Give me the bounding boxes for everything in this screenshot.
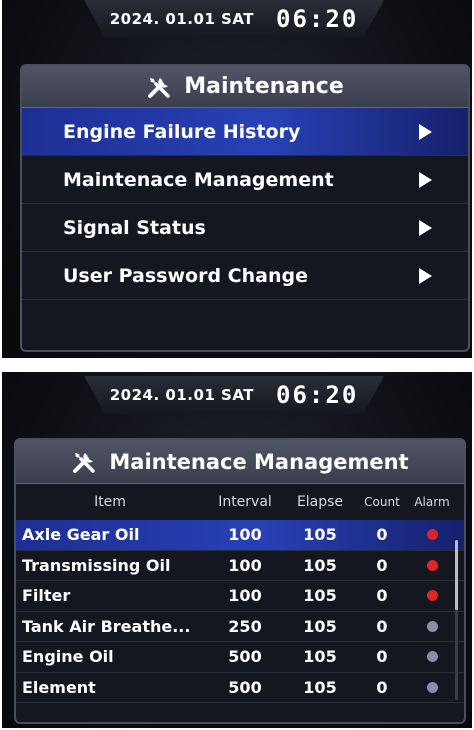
- alarm-dot-icon: [426, 590, 438, 602]
- maintenance-management-screen: 2024. 01.01 SAT 06:20 Maintenace Managem…: [2, 372, 472, 728]
- cell-interval: 500: [228, 647, 262, 667]
- panel-title: Maintenace Management: [109, 449, 409, 474]
- wrench-screwdriver-icon: [73, 452, 96, 473]
- alarm-dot-icon: [426, 559, 438, 571]
- cell-interval: 100: [228, 586, 262, 606]
- cell-alarm: [410, 559, 454, 571]
- column-header-count: Count: [364, 495, 400, 509]
- status-bar: 2024. 01.01 SAT 06:20: [84, 0, 384, 38]
- menu-item-label: Engine Failure History: [63, 120, 301, 143]
- column-header-alarm: Alarm: [414, 495, 450, 509]
- alarm-dot-icon: [426, 651, 438, 663]
- maintenance-menu-panel: Maintenance Engine Failure History Maint…: [20, 64, 470, 352]
- panel-title: Maintenance: [184, 74, 344, 99]
- column-header-elapse: Elapse: [296, 494, 344, 510]
- cell-elapse: 105: [303, 677, 337, 697]
- scrollbar-thumb[interactable]: [455, 540, 458, 610]
- wrench-screwdriver-icon: [148, 77, 170, 98]
- cell-elapse: 105: [303, 555, 337, 575]
- cell-elapse: 105: [303, 647, 337, 667]
- cell-alarm: [410, 590, 454, 602]
- time-display: 06:20: [276, 381, 359, 409]
- panel-header: Maintenance: [22, 66, 468, 108]
- date-display: 2024. 01.01 SAT: [109, 10, 255, 28]
- cell-item: Transmissing Oil: [22, 555, 171, 575]
- cell-alarm: [410, 620, 454, 632]
- cell-interval: 500: [228, 677, 262, 697]
- cell-elapse: 105: [303, 616, 337, 636]
- alarm-dot-icon: [426, 529, 438, 541]
- menu-item-engine-failure-history[interactable]: Engine Failure History: [22, 108, 468, 156]
- cell-count: 0: [376, 555, 388, 575]
- cell-item: Engine Oil: [22, 647, 114, 667]
- table-row[interactable]: Tank Air Breathe... 250 105 0: [16, 612, 464, 642]
- cell-interval: 250: [228, 616, 262, 636]
- cell-item: Filter: [22, 586, 71, 606]
- cell-item: Element: [22, 677, 96, 697]
- time-display: 06:20: [276, 5, 359, 33]
- cell-elapse: 105: [303, 525, 337, 545]
- cell-item: Tank Air Breathe...: [22, 616, 191, 636]
- menu-item-user-password-change[interactable]: User Password Change: [22, 252, 468, 300]
- menu-item-label: Maintenace Management: [63, 168, 334, 191]
- panel-header: Maintenace Management: [16, 440, 464, 484]
- table-row[interactable]: Transmissing Oil 100 105 0: [16, 551, 464, 581]
- column-header-interval: Interval: [218, 494, 272, 510]
- arrow-right-icon: [419, 267, 432, 284]
- alarm-dot-icon: [426, 681, 438, 693]
- status-bar: 2024. 01.01 SAT 06:20: [84, 376, 384, 414]
- arrow-right-icon: [419, 219, 432, 236]
- menu-item-label: User Password Change: [63, 264, 308, 287]
- table-row[interactable]: Engine Oil 500 105 0: [16, 642, 464, 673]
- cell-count: 0: [376, 616, 388, 636]
- maintenance-screen: 2024. 01.01 SAT 06:20 Maintenance Engine…: [2, 0, 472, 358]
- cell-interval: 100: [228, 525, 262, 545]
- cell-alarm: [410, 651, 454, 663]
- menu-item-maintenance-management[interactable]: Maintenace Management: [22, 156, 468, 204]
- date-display: 2024. 01.01 SAT: [109, 386, 255, 404]
- cell-alarm: [410, 529, 454, 541]
- cell-count: 0: [376, 525, 388, 545]
- cell-item: Axle Gear Oil: [22, 525, 140, 545]
- alarm-dot-icon: [426, 620, 438, 632]
- cell-alarm: [410, 681, 454, 693]
- table-row[interactable]: Element 500 105 0: [16, 673, 464, 703]
- column-header-item: Item: [94, 494, 126, 510]
- cell-interval: 100: [228, 555, 262, 575]
- menu-item-signal-status[interactable]: Signal Status: [22, 204, 468, 252]
- table-header: Item Interval Elapse Count Alarm: [16, 484, 464, 520]
- management-table-panel: Maintenace Management Item Interval Elap…: [14, 438, 466, 724]
- table-row[interactable]: Filter 100 105 0: [16, 581, 464, 612]
- cell-count: 0: [376, 647, 388, 667]
- cell-elapse: 105: [303, 586, 337, 606]
- arrow-right-icon: [419, 123, 432, 140]
- menu-item-label: Signal Status: [63, 216, 206, 239]
- cell-count: 0: [376, 586, 388, 606]
- table-row[interactable]: Axle Gear Oil 100 105 0: [16, 520, 464, 551]
- scrollbar[interactable]: [455, 540, 458, 700]
- cell-count: 0: [376, 677, 388, 697]
- arrow-right-icon: [419, 171, 432, 188]
